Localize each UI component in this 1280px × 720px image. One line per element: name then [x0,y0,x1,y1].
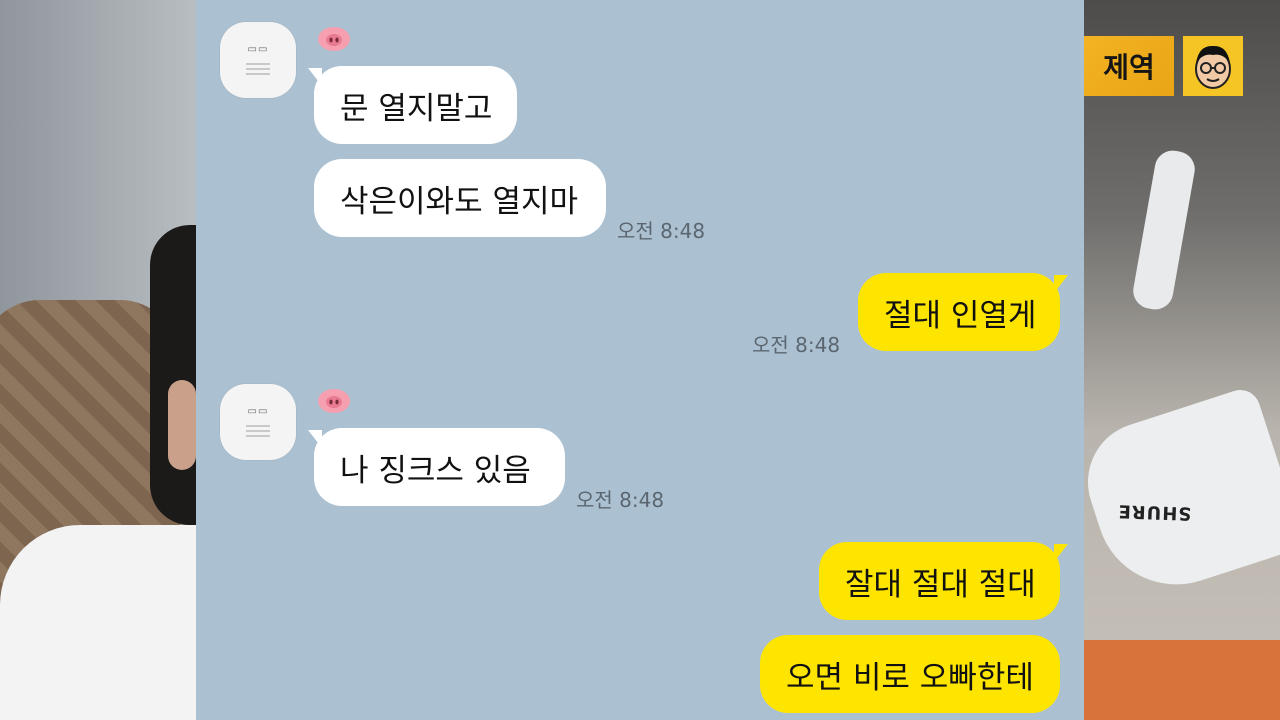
message-text: 절대 인열게 [884,297,1037,334]
message-text: 나 징크스 있음 [340,452,531,489]
cartoon-face-icon [1183,36,1243,96]
profile-image-icon[interactable]: ▭▭ [220,22,296,98]
bubble-tail [1054,275,1068,293]
avatar-text-line [246,62,270,65]
channel-logo-text: 제역 [1103,51,1155,84]
video-background-left [0,0,196,720]
mic-brand-label: SHURE [1117,500,1192,524]
message-bubble-incoming[interactable]: 나 징크스 있음 [314,428,565,506]
message-timestamp: 오전 8:48 [576,488,665,512]
message-timestamp: 오전 8:48 [617,219,706,243]
avatar-text-line [246,429,270,432]
person-ear [168,380,196,470]
message-bubble-incoming[interactable]: 문 열지말고 [314,66,517,144]
avatar-eyes: ▭▭ [247,406,269,417]
message-text: 삭은이와도 열지마 [340,183,579,220]
avatar-text-line [246,72,270,75]
avatar-eyes: ▭▭ [247,44,269,55]
message-timestamp: 오전 8:48 [752,333,841,357]
avatar-text-line [246,67,270,70]
message-bubble-outgoing[interactable]: 잘대 절대 절대 [819,542,1060,620]
mic-boom-arm [1130,147,1198,313]
video-background-right: SHURE [1084,0,1280,720]
message-bubble-outgoing[interactable]: 오면 비로 오빠한테 [760,635,1060,713]
message-bubble-incoming[interactable]: 삭은이와도 열지마 [314,159,606,237]
message-text: 잘대 절대 절대 [845,566,1036,603]
message-text: 문 열지말고 [340,90,493,127]
person-shirt [0,525,196,720]
desk [1084,640,1280,720]
pig-emoji-icon [318,27,350,51]
profile-image-icon[interactable]: ▭▭ [220,384,296,460]
avatar-text-line [246,424,270,427]
message-bubble-outgoing[interactable]: 절대 인열게 [858,273,1060,351]
microphone: SHURE [1084,384,1280,606]
person-head [150,225,196,525]
chat-window[interactable]: ▭▭ 문 열지말고 삭은이와도 열지마 오전 8:48 오전 8:48 절대 인… [196,0,1084,720]
message-text: 오면 비로 오빠한테 [786,659,1034,696]
channel-logo: 제역 [1084,36,1174,96]
pig-emoji-icon [318,389,350,413]
avatar-text-line [246,434,270,437]
bubble-tail [1054,544,1068,562]
